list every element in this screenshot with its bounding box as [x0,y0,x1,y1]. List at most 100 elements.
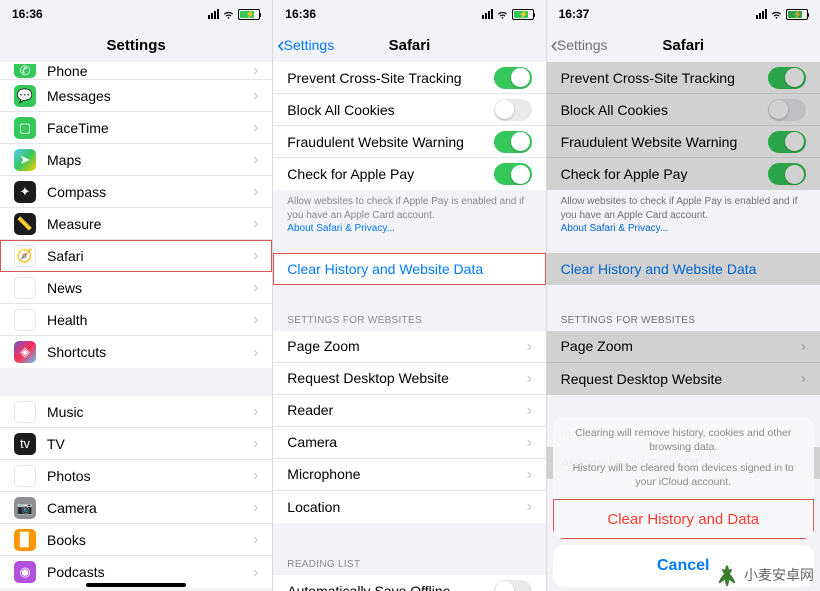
panel-safari-settings: 16:36 ⚡ ‹Settings Safari Prevent Cross-S… [273,0,546,591]
toggle[interactable] [768,99,806,121]
toggle-row[interactable]: Block All Cookies [273,94,545,126]
toggle-row[interactable]: Check for Apple Pay [547,158,820,190]
toggle[interactable] [768,67,806,89]
clear-history-row[interactable]: Clear History and Website Data [547,253,820,285]
row-label: Camera [47,500,253,516]
status-bar: 16:37 ⚡ [547,0,820,28]
chevron-right-icon: › [253,62,258,79]
toggle[interactable] [494,131,532,153]
chevron-right-icon: › [253,499,258,516]
clear-history-row[interactable]: Clear History and Website Data [273,253,545,285]
settings-row-measure[interactable]: 📏 Measure › [0,208,272,240]
row-label: Compass [47,184,253,200]
back-button[interactable]: ‹Settings [551,37,608,53]
chevron-right-icon: › [527,402,532,419]
toggle-row[interactable]: Fraudulent Website Warning [273,126,545,158]
photos-icon: ✿ [14,465,36,487]
settings-row-health[interactable]: ♥ Health › [0,304,272,336]
settings-row-facetime[interactable]: ▢ FaceTime › [0,112,272,144]
clear-history-confirm-button[interactable]: Clear History and Data [553,499,814,539]
row-label: Phone [47,63,253,79]
toggle-row[interactable]: Fraudulent Website Warning [547,126,820,158]
books-icon: ▉ [14,529,36,551]
settings-row[interactable]: Page Zoom › [547,331,820,363]
chevron-right-icon: › [253,467,258,484]
toggle[interactable] [494,580,532,591]
nav-bar: Settings [0,28,272,62]
shortcuts-icon: ◈ [14,341,36,363]
toggle[interactable] [494,163,532,185]
toggle[interactable] [768,163,806,185]
settings-row[interactable]: Reader › [273,395,545,427]
chevron-right-icon: › [253,564,258,581]
music-icon: ♪ [14,401,36,423]
chevron-right-icon: › [253,87,258,104]
about-privacy-link[interactable]: About Safari & Privacy... [561,223,669,234]
settings-row-shortcuts[interactable]: ◈ Shortcuts › [0,336,272,368]
status-time: 16:37 [559,7,590,21]
about-privacy-link[interactable]: About Safari & Privacy... [287,223,395,234]
row-label: News [47,280,253,296]
page-title: Settings [107,37,166,54]
settings-row[interactable]: Request Desktop Website › [547,363,820,395]
row-label: Reader [287,402,526,418]
chevron-right-icon: › [801,370,806,387]
home-indicator [86,583,186,587]
settings-row-photos[interactable]: ✿ Photos › [0,460,272,492]
toggle-row[interactable]: Prevent Cross-Site Tracking [273,62,545,94]
settings-row[interactable]: Location › [273,491,545,523]
section-header: SETTINGS FOR WEBSITES [547,309,820,331]
settings-row-music[interactable]: ♪ Music › [0,396,272,428]
settings-row-maps[interactable]: ➤ Maps › [0,144,272,176]
section-header: READING LIST [273,553,545,575]
toggle-row[interactable]: Prevent Cross-Site Tracking [547,62,820,94]
row-label: Block All Cookies [561,102,768,118]
settings-row-books[interactable]: ▉ Books › [0,524,272,556]
row-label: Check for Apple Pay [287,166,493,182]
page-title: Safari [662,37,704,54]
chevron-right-icon: › [253,531,258,548]
settings-row-tv[interactable]: tv TV › [0,428,272,460]
auto-save-offline-row[interactable]: Automatically Save Offline [273,575,545,591]
status-time: 16:36 [285,7,316,21]
status-time: 16:36 [12,7,43,21]
row-label: Messages [47,88,253,104]
settings-row-messages[interactable]: 💬 Messages › [0,80,272,112]
toggle[interactable] [494,99,532,121]
settings-row-safari[interactable]: 🧭 Safari › [0,240,272,272]
settings-row-phone[interactable]: ✆ Phone › [0,62,272,80]
chevron-right-icon: › [253,311,258,328]
toggle[interactable] [768,131,806,153]
settings-row-news[interactable]: N News › [0,272,272,304]
row-label: Books [47,532,253,548]
chevron-right-icon: › [253,403,258,420]
chevron-right-icon: › [253,119,258,136]
row-label: Music [47,404,253,420]
settings-row[interactable]: Page Zoom › [273,331,545,363]
toggle[interactable] [494,67,532,89]
chevron-right-icon: › [253,247,258,264]
row-label: Fraudulent Website Warning [561,134,768,150]
settings-row-camera[interactable]: 📷 Camera › [0,492,272,524]
measure-icon: 📏 [14,213,36,235]
section-header: SETTINGS FOR WEBSITES [273,309,545,331]
settings-row[interactable]: Camera › [273,427,545,459]
toggle-row[interactable]: Check for Apple Pay [273,158,545,190]
row-label: Request Desktop Website [561,371,801,387]
row-label: Podcasts [47,564,253,580]
toggle-row[interactable]: Block All Cookies [547,94,820,126]
row-label: Prevent Cross-Site Tracking [561,70,768,86]
row-label: Request Desktop Website [287,370,526,386]
settings-row-compass[interactable]: ✦ Compass › [0,176,272,208]
settings-row[interactable]: Microphone › [273,459,545,491]
msg-icon: 💬 [14,85,36,107]
row-label: Microphone [287,466,526,482]
settings-row[interactable]: Request Desktop Website › [273,363,545,395]
ft-icon: ▢ [14,117,36,139]
status-bar: 16:36 ⚡ [273,0,545,28]
row-label: Safari [47,248,253,264]
back-button[interactable]: ‹Settings [277,37,334,53]
maps-icon: ➤ [14,149,36,171]
row-label: Location [287,499,526,515]
row-label: Health [47,312,253,328]
